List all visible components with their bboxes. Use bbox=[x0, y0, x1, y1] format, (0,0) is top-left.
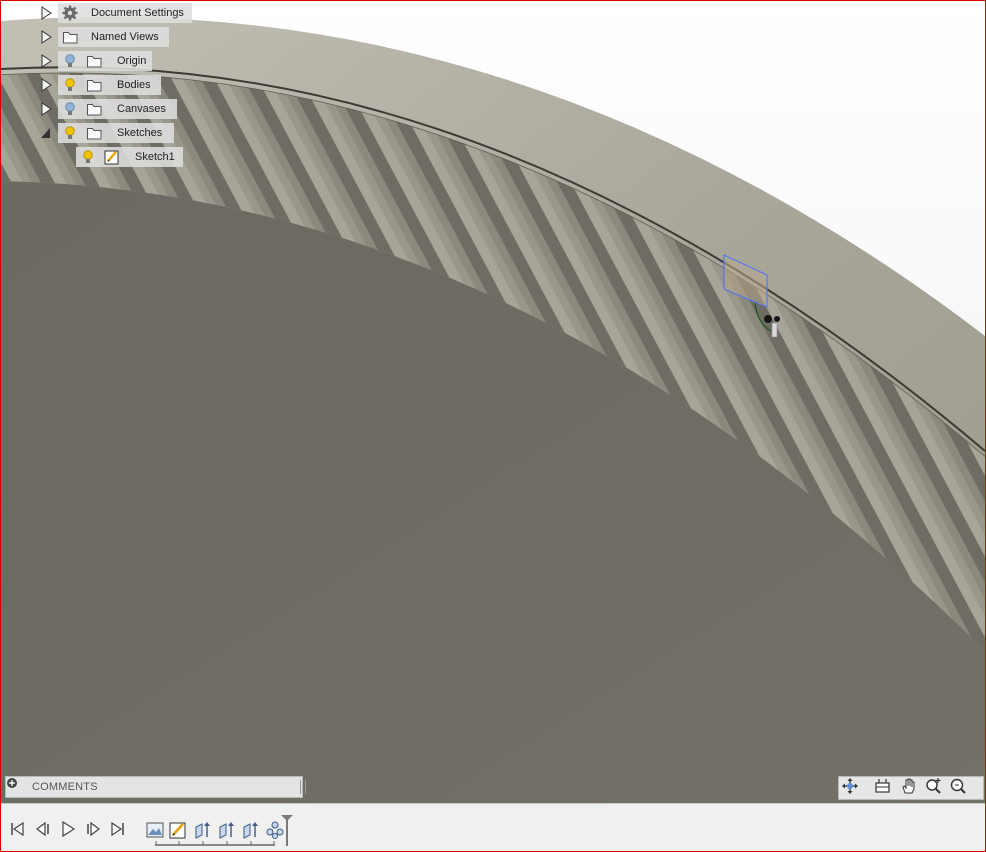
step-forward-icon[interactable] bbox=[84, 820, 102, 838]
orbit-icon[interactable] bbox=[841, 777, 861, 795]
timeline-marker[interactable] bbox=[280, 814, 294, 848]
folder-icon bbox=[86, 125, 102, 141]
zoom-window-icon[interactable] bbox=[949, 777, 969, 795]
expand-arrow-icon[interactable] bbox=[40, 30, 52, 44]
look-at-icon[interactable] bbox=[873, 777, 893, 795]
folder-icon bbox=[86, 101, 102, 117]
lightbulb-off-icon[interactable] bbox=[62, 53, 78, 69]
extrude-feature-icon[interactable] bbox=[217, 820, 237, 840]
lightbulb-on-icon[interactable] bbox=[62, 77, 78, 93]
canvas-viewport[interactable]: Document Settings Named Views Origin Bod… bbox=[1, 1, 985, 803]
panel-grip-icon[interactable] bbox=[300, 780, 306, 794]
tree-chip[interactable]: Document Settings bbox=[58, 3, 192, 23]
tree-chip[interactable]: Named Views bbox=[58, 27, 169, 47]
tree-item-label: Sketch1 bbox=[135, 151, 175, 163]
tree-chip[interactable]: Canvases bbox=[58, 99, 177, 119]
navigation-toolbar bbox=[838, 776, 984, 800]
model-render bbox=[1, 1, 985, 803]
add-comment-icon[interactable] bbox=[6, 777, 18, 789]
tree-item-label: Sketches bbox=[117, 127, 163, 139]
tree-item-label: Named Views bbox=[91, 31, 159, 43]
comments-panel[interactable]: COMMENTS bbox=[5, 776, 306, 798]
tree-item-label: Bodies bbox=[117, 79, 151, 91]
canvas-feature-icon[interactable] bbox=[146, 820, 166, 840]
pan-icon[interactable] bbox=[899, 777, 919, 795]
lightbulb-off-icon[interactable] bbox=[62, 101, 78, 117]
zoom-icon[interactable] bbox=[924, 777, 944, 795]
sketch-feature-icon[interactable] bbox=[169, 820, 189, 840]
gear-icon bbox=[62, 5, 78, 21]
timeline-track bbox=[155, 841, 275, 846]
tree-item-label: Document Settings bbox=[91, 7, 184, 19]
step-back-icon[interactable] bbox=[34, 820, 52, 838]
app-window: Document Settings Named Views Origin Bod… bbox=[0, 0, 986, 852]
tree-item-label: Origin bbox=[117, 55, 147, 67]
folder-icon bbox=[62, 29, 78, 45]
timeline-bar bbox=[1, 803, 985, 851]
tree-chip[interactable]: Origin bbox=[58, 51, 152, 71]
tree-item-label: Canvases bbox=[117, 103, 166, 115]
go-to-end-icon[interactable] bbox=[109, 820, 127, 838]
expand-arrow-icon[interactable] bbox=[40, 102, 52, 116]
tree-chip[interactable]: Sketch1 bbox=[76, 147, 183, 167]
folder-icon bbox=[86, 53, 102, 69]
lightbulb-on-icon[interactable] bbox=[62, 125, 78, 141]
tree-chip[interactable]: Sketches bbox=[58, 123, 174, 143]
play-icon[interactable] bbox=[59, 820, 77, 838]
folder-icon bbox=[86, 77, 102, 93]
tree-chip[interactable]: Bodies bbox=[58, 75, 161, 95]
extrude-feature-icon[interactable] bbox=[241, 820, 261, 840]
sketch-icon bbox=[104, 149, 120, 165]
go-to-start-icon[interactable] bbox=[9, 820, 27, 838]
expand-arrow-icon[interactable] bbox=[40, 54, 52, 68]
comments-label: COMMENTS bbox=[32, 781, 98, 793]
extrude-feature-icon[interactable] bbox=[193, 820, 213, 840]
expand-arrow-icon[interactable] bbox=[40, 6, 52, 20]
expand-arrow-icon[interactable] bbox=[40, 78, 52, 92]
lightbulb-on-icon[interactable] bbox=[80, 149, 96, 165]
collapse-arrow-icon[interactable] bbox=[40, 126, 52, 140]
